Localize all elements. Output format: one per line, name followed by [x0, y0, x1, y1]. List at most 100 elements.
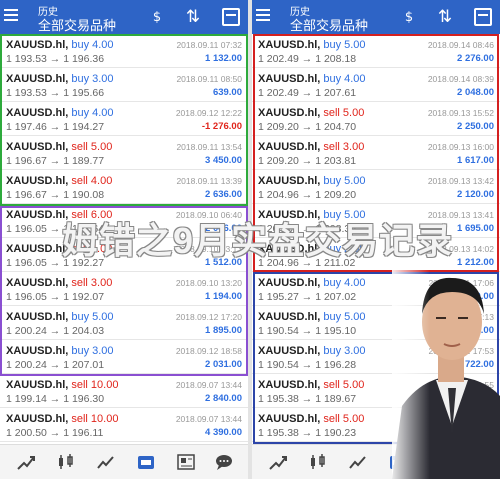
trade-direction: sell 3.00: [71, 277, 113, 289]
trade-row[interactable]: XAUUSD.hl, sell 10.00 1 199.14 → 1 196.30 2…: [0, 374, 248, 408]
chart-icon[interactable]: [308, 453, 328, 471]
trade-direction: sell 10.00: [71, 413, 119, 425]
trade-symbol: XAUUSD.hl, buy 4.00: [6, 39, 114, 51]
trade-date: 2018.09.12 17:20: [175, 312, 242, 322]
history-icon[interactable]: [136, 453, 156, 471]
trade-icon[interactable]: [348, 453, 368, 471]
trade-direction: buy 5.00: [323, 311, 366, 323]
trade-symbol: XAUUSD.hl, sell 5.00: [258, 107, 365, 119]
trade-symbol: XAUUSD.hl, buy 5.00: [258, 311, 366, 323]
currency-sort-icon[interactable]: $: [398, 6, 420, 28]
trade-symbol: XAUUSD.hl, buy 5.00: [6, 311, 114, 323]
trade-symbol: XAUUSD.hl, sell 3.00: [6, 277, 113, 289]
trade-row[interactable]: XAUUSD.hl, buy 3.00 1 200.24 → 1 207.01 201…: [0, 340, 248, 374]
trade-direction: buy 4.00: [71, 107, 114, 119]
trade-date: 2018.09.07 13:44: [175, 414, 242, 424]
presenter-photo: [392, 256, 500, 479]
quotes-icon[interactable]: [268, 453, 288, 471]
trade-row[interactable]: XAUUSD.hl, sell 5.00 1 196.67 → 1 189.77 20…: [0, 136, 248, 170]
quotes-icon[interactable]: [16, 453, 36, 471]
trade-date: 2018.09.07 13:44: [175, 380, 242, 390]
sort-icon[interactable]: ⇅: [434, 6, 456, 28]
trade-row[interactable]: XAUUSD.hl, buy 4.00 1 202.49 → 1 207.61 201…: [252, 68, 500, 102]
trade-profit: -1 276.00: [201, 121, 242, 132]
bottom-nav: [0, 444, 248, 479]
trade-row[interactable]: XAUUSD.hl, buy 3.00 1 193.53 → 1 195.66 201…: [0, 68, 248, 102]
trade-row[interactable]: XAUUSD.hl, buy 5.00 1 202.49 → 1 208.18 201…: [252, 34, 500, 68]
trade-row[interactable]: XAUUSD.hl, sell 3.00 1 209.20 → 1 203.81 20…: [252, 136, 500, 170]
trade-direction: sell 4.00: [71, 175, 113, 187]
trade-direction: buy 3.00: [71, 345, 114, 357]
trade-date: 2018.09.13 15:52: [427, 108, 494, 118]
trade-profit: 2 636.00: [205, 189, 242, 200]
trade-date: 2018.09.13 13:42: [427, 176, 494, 186]
trade-direction: buy 4.00: [323, 277, 366, 289]
trade-prices: 1 200.50 → 1 196.11: [6, 427, 104, 439]
header-subtitle[interactable]: 全部交易品种: [290, 15, 368, 34]
trade-prices: 1 200.24 → 1 207.01: [6, 359, 105, 371]
app-header: 历史 全部交易品种 $ ⇅: [0, 0, 248, 34]
sort-icon[interactable]: ⇅: [182, 6, 204, 28]
trade-prices: 1 199.14 → 1 196.30: [6, 393, 105, 405]
trade-symbol: XAUUSD.hl, sell 5.00: [258, 413, 365, 425]
trade-direction: sell 3.00: [323, 141, 365, 153]
currency-sort-icon[interactable]: $: [146, 6, 168, 28]
news-icon[interactable]: [176, 453, 196, 471]
trade-profit: 2 031.00: [205, 359, 242, 370]
trade-profit: 2 250.00: [457, 121, 494, 132]
trade-profit: 1 132.00: [205, 53, 242, 64]
trade-date: 2018.09.11 08:50: [176, 74, 242, 84]
trade-profit: 4 390.00: [205, 427, 242, 438]
chart-icon[interactable]: [56, 453, 76, 471]
trade-prices: 1 195.27 → 1 207.02: [258, 291, 357, 303]
trade-row[interactable]: XAUUSD.hl, buy 4.00 1 197.46 → 1 194.27 201…: [0, 102, 248, 136]
trade-date: 2018.09.12 12:22: [175, 108, 242, 118]
trade-profit: 2 048.00: [457, 87, 494, 98]
trade-symbol: XAUUSD.hl, sell 10.00: [6, 379, 119, 391]
trade-icon[interactable]: [96, 453, 116, 471]
trade-prices: 1 190.54 → 1 195.10: [258, 325, 357, 337]
trade-direction: sell 5.00: [71, 141, 113, 153]
menu-icon[interactable]: [256, 9, 270, 25]
trade-prices: 1 190.54 → 1 196.28: [258, 359, 357, 371]
calendar-icon[interactable]: [474, 8, 492, 26]
trade-direction: buy 4.00: [71, 39, 114, 51]
trade-row[interactable]: XAUUSD.hl, sell 3.00 1 196.05 → 1 192.07 20…: [0, 272, 248, 306]
trade-symbol: XAUUSD.hl, buy 5.00: [258, 175, 366, 187]
trade-row[interactable]: XAUUSD.hl, buy 4.00 1 193.53 → 1 196.36 201…: [0, 34, 248, 68]
trade-profit: 639.00: [212, 87, 242, 98]
trade-prices: 1 193.53 → 1 195.66: [6, 87, 105, 99]
trade-row[interactable]: XAUUSD.hl, buy 5.00 1 204.96 → 1 209.20 201…: [252, 170, 500, 204]
trade-profit: 1 194.00: [205, 291, 242, 302]
chat-icon[interactable]: [214, 453, 234, 471]
trade-row[interactable]: XAUUSD.hl, sell 10.00 1 200.50 → 1 196.11 2…: [0, 408, 248, 442]
trade-direction: buy 5.00: [323, 175, 366, 187]
trade-row[interactable]: XAUUSD.hl, sell 5.00 1 209.20 → 1 204.70 20…: [252, 102, 500, 136]
trade-direction: buy 3.00: [71, 73, 114, 85]
trade-symbol: XAUUSD.hl, buy 4.00: [258, 277, 366, 289]
trade-profit: 2 276.00: [457, 53, 494, 64]
trade-direction: sell 5.00: [323, 413, 365, 425]
trade-symbol: XAUUSD.hl, buy 4.00: [6, 107, 114, 119]
trade-prices: 1 200.24 → 1 204.03: [6, 325, 105, 337]
trade-prices: 1 196.67 → 1 189.77: [6, 155, 105, 167]
trade-prices: 1 195.38 → 1 189.67: [258, 393, 357, 405]
trade-symbol: XAUUSD.hl, sell 4.00: [6, 175, 113, 187]
trade-date: 2018.09.14 08:39: [427, 74, 494, 84]
trade-row[interactable]: XAUUSD.hl, buy 5.00 1 200.24 → 1 204.03 201…: [0, 306, 248, 340]
trade-symbol: XAUUSD.hl, buy 4.00: [258, 73, 366, 85]
trade-prices: 1 195.38 → 1 190.23: [258, 427, 357, 439]
trade-direction: buy 5.00: [323, 39, 366, 51]
trade-prices: 1 202.49 → 1 207.61: [258, 87, 357, 99]
trade-row[interactable]: XAUUSD.hl, sell 4.00 1 196.67 → 1 190.08 20…: [0, 170, 248, 204]
app-header: 历史 全部交易品种 $ ⇅: [252, 0, 500, 34]
menu-icon[interactable]: [4, 9, 18, 25]
header-subtitle[interactable]: 全部交易品种: [38, 15, 116, 34]
trade-profit: 2 840.00: [205, 393, 242, 404]
trade-prices: 1 196.67 → 1 190.08: [6, 189, 105, 201]
calendar-icon[interactable]: [222, 8, 240, 26]
trade-symbol: XAUUSD.hl, sell 10.00: [6, 413, 119, 425]
trade-direction: buy 3.00: [323, 345, 366, 357]
trade-direction: buy 5.00: [71, 311, 114, 323]
trade-prices: 1 204.96 → 1 209.20: [258, 189, 357, 201]
